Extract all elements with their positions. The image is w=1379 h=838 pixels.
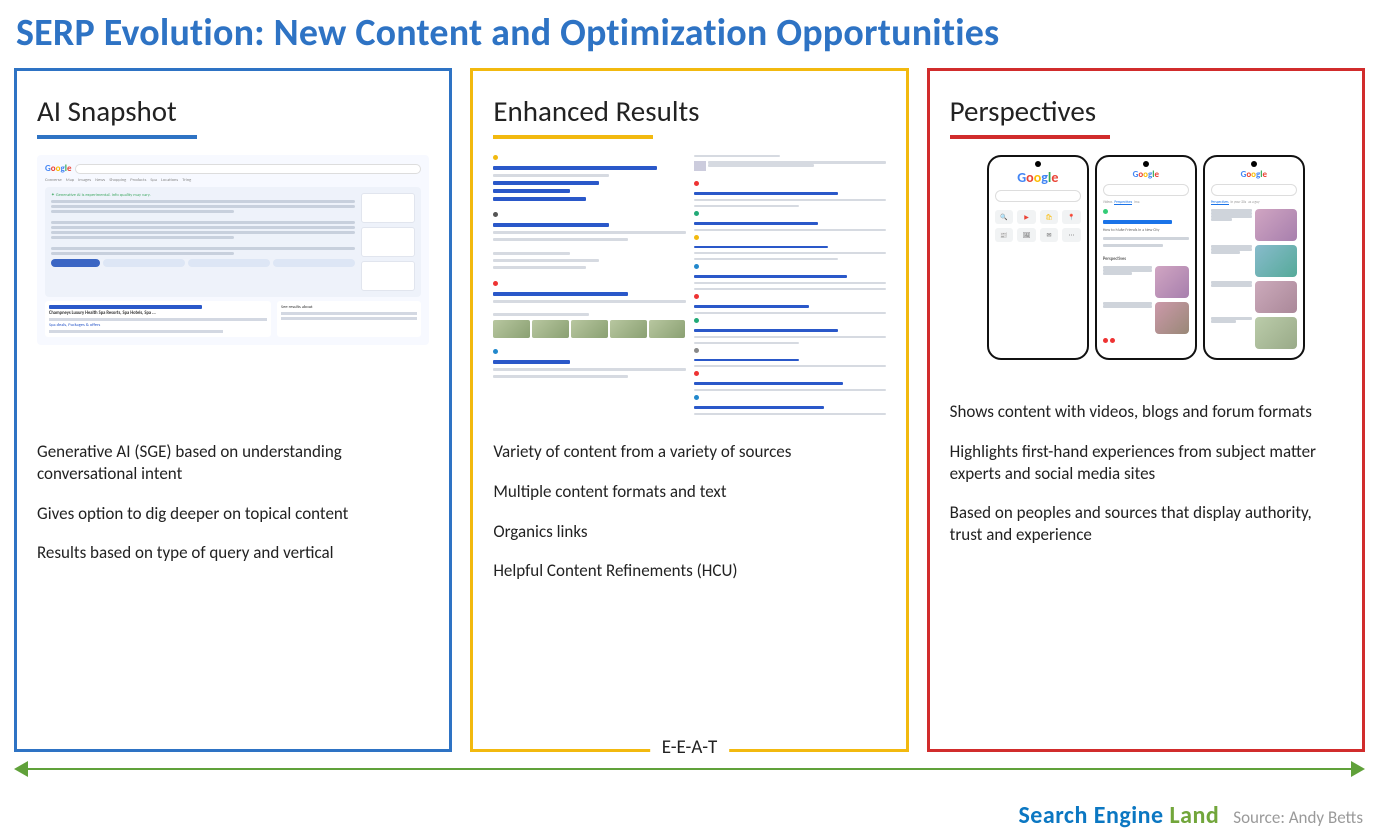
- card-bullets: Shows content with videos, blogs and for…: [950, 393, 1342, 564]
- serp-column-right: [694, 155, 886, 415]
- knowledge-panel: See results about: [277, 301, 421, 337]
- enhanced-results-screenshot: [493, 155, 885, 415]
- sge-note: Generative AI is experimental. Info qual…: [56, 193, 151, 198]
- card-bullets: Variety of content from a variety of sou…: [493, 433, 885, 600]
- bullet: Based on peoples and sources that displa…: [950, 502, 1342, 546]
- source-credit: Source: Andy Betts: [1233, 807, 1363, 828]
- phone-mock-1: Google 🔍▶🛍📍 📰🖼✉⋯: [987, 155, 1089, 360]
- bullet: Gives option to dig deeper on topical co…: [37, 503, 429, 525]
- bullet: Multiple content formats and text: [493, 481, 885, 503]
- heading-underline: [493, 135, 653, 139]
- serp-tabs: ConverseMapImagesNewsShoppingProductsSpa…: [45, 178, 421, 183]
- phone-mock-3: Google PerspectivesIn your 20sas a guy: [1203, 155, 1305, 360]
- organic-result: Champneys Luxury Health Spa Resorts, Spa…: [45, 301, 271, 337]
- bullet: Results based on type of query and verti…: [37, 542, 429, 564]
- card-heading: Enhanced Results: [493, 93, 885, 129]
- footer: Search Engine Land Source: Andy Betts: [1018, 801, 1363, 830]
- double-arrow-icon: [20, 768, 1359, 770]
- card-bullets: Generative AI (SGE) based on understandi…: [37, 433, 429, 582]
- google-logo: Google: [45, 163, 71, 174]
- card-heading: AI Snapshot: [37, 93, 429, 129]
- slide-title: SERP Evolution: New Content and Optimiza…: [0, 0, 1379, 68]
- bullet: Helpful Content Refinements (HCU): [493, 560, 885, 582]
- bullet: Variety of content from a variety of sou…: [493, 441, 885, 463]
- bullet: Generative AI (SGE) based on understandi…: [37, 441, 429, 485]
- card-enhanced-results: Enhanced Results: [470, 68, 908, 752]
- sge-panel: ✦ Generative AI is experimental. Info qu…: [45, 187, 421, 297]
- eeat-label: E-E-A-T: [650, 736, 730, 759]
- card-ai-snapshot: AI Snapshot Google ConverseMapImagesNews…: [14, 68, 452, 752]
- bullet: Organics links: [493, 521, 885, 543]
- bullet: Shows content with videos, blogs and for…: [950, 401, 1342, 423]
- bullet: Highlights first-hand experiences from s…: [950, 441, 1342, 485]
- eeat-arrow: E-E-A-T: [14, 756, 1365, 782]
- card-heading: Perspectives: [950, 93, 1342, 129]
- ai-snapshot-screenshot: Google ConverseMapImagesNewsShoppingProd…: [37, 155, 429, 415]
- heading-underline: [950, 135, 1110, 139]
- serp-column-left: [493, 155, 685, 415]
- search-box-mock: [75, 164, 421, 174]
- heading-underline: [37, 135, 197, 139]
- perspectives-screenshot: Google 🔍▶🛍📍 📰🖼✉⋯ Google VideosPerspectiv…: [950, 155, 1342, 375]
- columns: AI Snapshot Google ConverseMapImagesNews…: [0, 68, 1379, 752]
- card-perspectives: Perspectives Google 🔍▶🛍📍 📰🖼✉⋯ Google Vid…: [927, 68, 1365, 752]
- search-engine-land-logo: Search Engine Land: [1018, 801, 1219, 830]
- phone-mock-2: Google VideosPerspectivesIma How to Make…: [1095, 155, 1197, 360]
